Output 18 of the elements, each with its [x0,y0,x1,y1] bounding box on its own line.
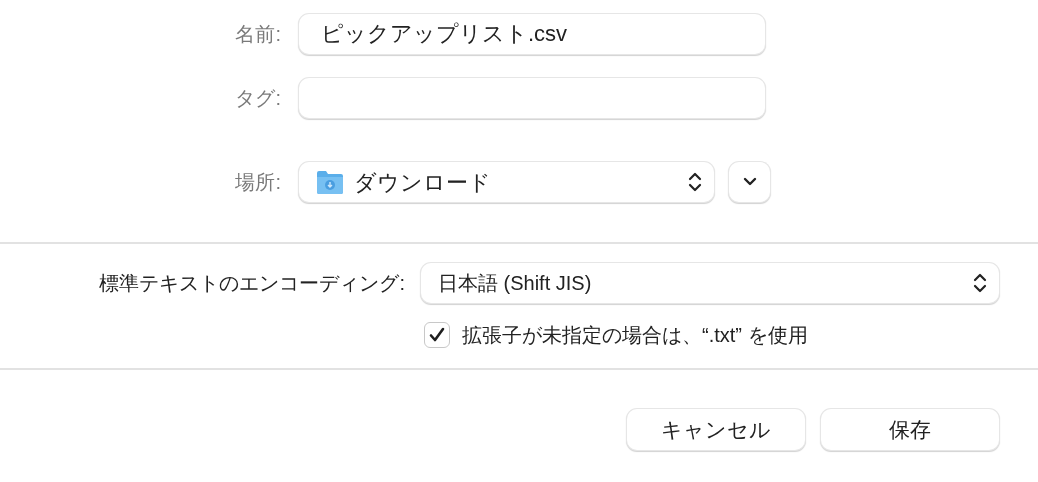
encoding-popup[interactable]: 日本語 (Shift JIS) [421,263,999,303]
checkbox[interactable] [424,322,450,348]
dialog-button[interactable]: 保存 [821,409,999,450]
field-label: タグ: [234,86,282,111]
dialog-button[interactable]: キャンセル [627,409,805,450]
field-label: 名前: [234,22,282,47]
up-down-icon [973,272,987,294]
up-down-icon [688,171,702,193]
location-popup[interactable]: ダウンロード [299,162,714,202]
encoding-label: 標準テキストのエンコーディング: [98,271,406,296]
text-field[interactable]: ピックアップリスト.csv [299,14,765,54]
text-field[interactable] [299,78,765,118]
expand-button[interactable] [729,162,770,202]
chevron-down-icon [742,177,757,187]
folder-icon [316,169,344,195]
checkbox-label: 拡張子が未指定の場合は、“.txt” を使用 [462,323,808,348]
field-label: 場所: [234,170,282,195]
checkmark-icon [428,326,446,344]
